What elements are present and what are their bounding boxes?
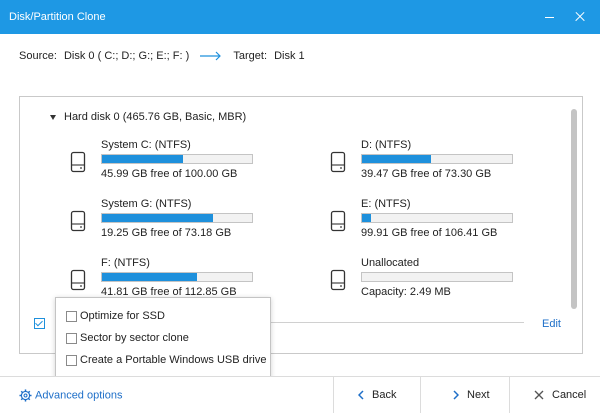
usage-bar-fill [102, 214, 213, 222]
partition-unallocated[interactable]: Unallocated Capacity: 2.49 MB [328, 257, 582, 305]
cancel-button[interactable]: Cancel [509, 377, 600, 413]
close-icon[interactable] [571, 8, 589, 26]
advanced-options-label: Advanced options [35, 389, 123, 402]
collapse-triangle-icon[interactable] [50, 114, 56, 120]
next-button[interactable]: Next [420, 377, 510, 413]
disk-header[interactable]: Hard disk 0 (465.76 GB, Basic, MBR) [50, 111, 246, 123]
usage-bar-fill [362, 214, 371, 222]
drive-icon [70, 210, 86, 232]
back-button[interactable]: Back [333, 377, 421, 413]
next-label: Next [467, 389, 490, 401]
usage-bar [361, 154, 513, 164]
disk-header-label: Hard disk 0 (465.76 GB, Basic, MBR) [64, 111, 247, 123]
usage-bar-fill [102, 155, 183, 163]
drive-icon [330, 151, 346, 173]
partition-name: E: (NTFS) [361, 198, 411, 210]
disk1-checkbox[interactable] [34, 318, 45, 329]
partition-free: 99.91 GB free of 106.41 GB [361, 227, 498, 239]
partition-name: System C: (NTFS) [101, 139, 191, 151]
chevron-left-icon [357, 390, 364, 400]
title-bar: Disk/Partition Clone [0, 0, 600, 34]
option-label: Create a Portable Windows USB drive [80, 354, 267, 366]
optimize-ssd-checkbox[interactable] [66, 311, 77, 322]
usage-bar [101, 272, 253, 282]
partition-e[interactable]: E: (NTFS) 99.91 GB free of 106.41 GB [328, 198, 582, 246]
option-label: Optimize for SSD [80, 310, 165, 322]
cancel-label: Cancel [552, 389, 587, 401]
partition-name: F: (NTFS) [101, 257, 150, 269]
usage-bar [101, 154, 253, 164]
close-icon [534, 390, 544, 400]
back-label: Back [372, 389, 397, 401]
source-value: Disk 0 ( C:; D:; G:; E:; F: ) [63, 50, 190, 63]
option-label: Sector by sector clone [80, 332, 189, 344]
edit-link[interactable]: Edit [542, 318, 561, 330]
partition-free: Capacity: 2.49 MB [361, 286, 451, 298]
usage-bar-fill [102, 273, 197, 281]
drive-icon [70, 269, 86, 291]
partition-name: System G: (NTFS) [101, 198, 192, 210]
advanced-options-button[interactable]: Advanced options [19, 389, 122, 402]
vertical-scrollbar[interactable] [571, 109, 577, 309]
partition-free: 39.47 GB free of 73.30 GB [361, 168, 492, 180]
footer-bar: Advanced options Back Next Cancel [0, 376, 600, 413]
target-value: Disk 1 [274, 50, 305, 63]
usage-bar [361, 213, 513, 223]
partition-name: D: (NTFS) [361, 139, 412, 151]
gear-icon [19, 389, 32, 402]
source-label: Source: [19, 50, 57, 63]
sector-clone-checkbox[interactable] [66, 333, 77, 344]
window-title: Disk/Partition Clone [9, 11, 106, 23]
divider [270, 322, 524, 323]
drive-icon [70, 151, 86, 173]
drive-icon [330, 210, 346, 232]
portable-usb-checkbox[interactable] [66, 355, 77, 366]
minimize-icon[interactable] [541, 8, 559, 26]
partition-g[interactable]: System G: (NTFS) 19.25 GB free of 73.18 … [68, 198, 328, 246]
source-target-line: Source: Disk 0 ( C:; D:; G:; E:; F: ) Ta… [19, 50, 305, 62]
partition-free: 45.99 GB free of 100.00 GB [101, 168, 238, 180]
drive-icon [330, 269, 346, 291]
advanced-options-popup: Optimize for SSD Sector by sector clone … [55, 297, 271, 383]
arrow-right-icon [200, 51, 222, 61]
usage-bar [101, 213, 253, 223]
usage-bar-fill [362, 155, 431, 163]
partition-c[interactable]: System C: (NTFS) 45.99 GB free of 100.00… [68, 139, 328, 187]
partition-name: Unallocated [361, 257, 420, 269]
partition-d[interactable]: D: (NTFS) 39.47 GB free of 73.30 GB [328, 139, 582, 187]
partition-free: 19.25 GB free of 73.18 GB [101, 227, 232, 239]
target-label: Target: [233, 50, 268, 63]
chevron-right-icon [453, 390, 460, 400]
usage-bar [361, 272, 513, 282]
